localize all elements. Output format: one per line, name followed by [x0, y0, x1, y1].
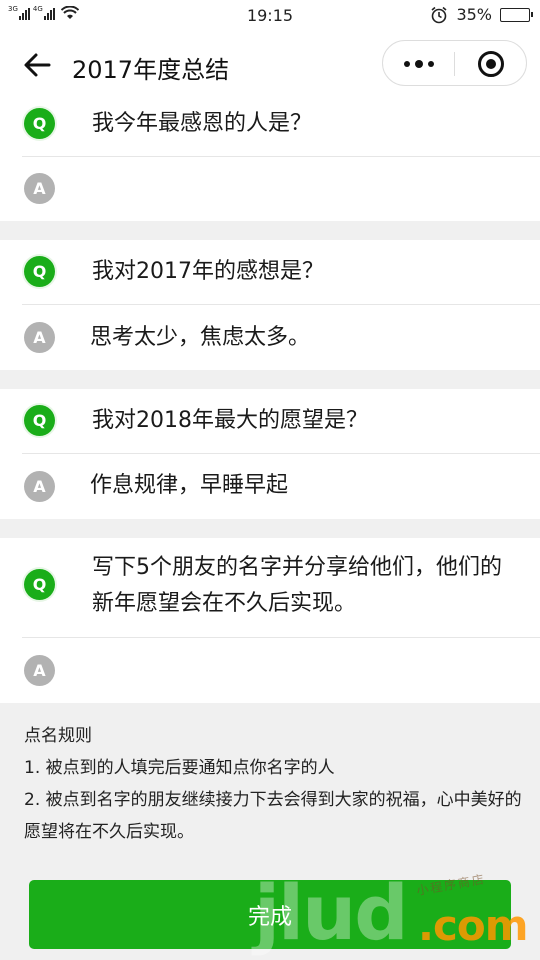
- status-right: 35%: [430, 5, 533, 24]
- battery-icon: [500, 7, 533, 22]
- qa-card-4: Q 写下5个朋友的名字并分享给他们，他们的新年愿望会在不久后实现。 A: [0, 538, 540, 703]
- answer-badge: A: [24, 322, 55, 353]
- question-badge: Q: [24, 256, 55, 287]
- nav-bar: 2017年度总结: [0, 30, 540, 100]
- question-text: 我今年最感恩的人是？: [92, 111, 313, 136]
- answer-text[interactable]: 思考太少，焦虑太多。: [90, 321, 310, 354]
- question-text: 我对2018年最大的愿望是？: [92, 408, 368, 433]
- rule-item: 1. 被点到的人填完后要通知点你名字的人: [24, 758, 335, 778]
- question-row: Q 我对2018年最大的愿望是？: [0, 389, 540, 454]
- alarm-icon: [431, 6, 447, 23]
- more-menu-button[interactable]: [383, 41, 454, 87]
- more-dot-icon: [427, 61, 434, 67]
- qa-card-1: Q 我今年最感恩的人是？ A: [0, 100, 540, 221]
- answer-row[interactable]: A 作息规律，早睡早起: [0, 454, 540, 519]
- answer-row[interactable]: A 思考太少，焦虑太多。: [0, 305, 540, 370]
- back-arrow-icon[interactable]: [22, 50, 52, 80]
- answer-row[interactable]: A: [0, 157, 540, 221]
- close-target-icon: [478, 51, 504, 77]
- rules-title: 点名规则: [24, 726, 92, 746]
- answer-badge: A: [24, 173, 55, 204]
- rules-section: 点名规则 1. 被点到的人填完后要通知点你名字的人 2. 被点到名字的朋友继续接…: [24, 720, 524, 848]
- qa-card-3: Q 我对2018年最大的愿望是？ A 作息规律，早睡早起: [0, 389, 540, 519]
- question-text: 写下5个朋友的名字并分享给他们，他们的新年愿望会在不久后实现。: [92, 555, 502, 616]
- question-text: 我对2017年的感想是？: [92, 259, 324, 284]
- menu-capsule: [382, 40, 527, 86]
- answer-row[interactable]: A: [0, 638, 540, 703]
- question-row: Q 我对2017年的感想是？: [0, 240, 540, 305]
- question-badge: Q: [24, 569, 55, 600]
- question-row: Q 写下5个朋友的名字并分享给他们，他们的新年愿望会在不久后实现。: [0, 538, 540, 638]
- qa-card-2: Q 我对2017年的感想是？ A 思考太少，焦虑太多。: [0, 240, 540, 370]
- close-miniprogram-button[interactable]: [455, 41, 527, 87]
- more-dot-icon: [414, 60, 423, 68]
- page-title: 2017年度总结: [72, 56, 230, 84]
- answer-badge: A: [24, 471, 55, 502]
- answer-text[interactable]: 作息规律，早睡早起: [90, 469, 288, 502]
- status-bar: 3G 4G 19:15 35%: [0, 0, 540, 30]
- answer-badge: A: [24, 655, 55, 686]
- more-dot-icon: [403, 61, 410, 67]
- question-badge: Q: [24, 108, 55, 139]
- question-badge: Q: [24, 405, 55, 436]
- done-button[interactable]: 完成: [29, 880, 511, 949]
- question-row: Q 我今年最感恩的人是？: [0, 100, 540, 157]
- battery-percent: 35%: [456, 5, 492, 24]
- rule-item: 2. 被点到名字的朋友继续接力下去会得到大家的祝福，心中美好的愿望将在不久后实现…: [24, 790, 522, 842]
